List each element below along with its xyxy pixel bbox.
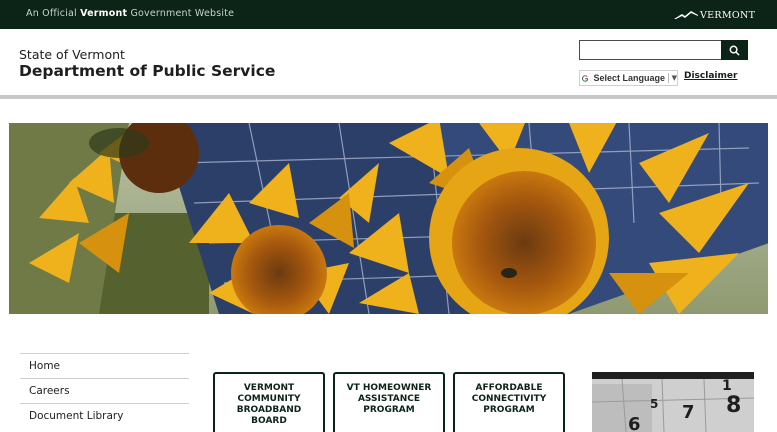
search-input[interactable] [579,40,722,60]
nav-item-careers[interactable]: Careers [20,378,189,403]
nav-item-document-library[interactable]: Document Library [20,403,189,428]
calendar-digit: 7 [682,402,695,423]
calendar-digit: 1 [722,378,732,394]
nav-item-home[interactable]: Home [20,353,189,378]
card-broadband-board[interactable]: Vermont Community Broadband Board [213,372,325,432]
language-select[interactable]: Select Language ▼ [579,70,678,86]
calendar-digit: 6 [628,414,641,432]
site-state-name[interactable]: State of Vermont [19,47,125,62]
site-header: State of Vermont Department of Public Se… [0,29,777,95]
vermont-logo[interactable]: VERMONT [674,8,755,22]
side-navigation: Home Careers Document Library [20,353,189,428]
search-button[interactable] [721,40,748,60]
language-select-divider [668,73,669,83]
disclaimer-link[interactable]: Disclaimer [684,71,737,81]
site-department-name[interactable]: Department of Public Service [19,62,275,80]
search-icon [729,45,740,56]
language-select-label: Select Language [593,73,666,83]
official-notice: An Official Vermont Government Website [26,8,234,19]
calendar-image: 1 8 7 6 5 [592,372,754,432]
card-homeowner-assistance[interactable]: VT Homeowner Assistance Program [333,372,445,432]
card-label: Affordable Connectivity Program [471,383,547,415]
official-state: Vermont [80,8,128,19]
dropdown-arrow-icon: ▼ [671,74,677,82]
hero-image [9,123,768,314]
mountain-logo-icon [674,11,698,19]
official-prefix: An Official [26,8,77,19]
official-suffix: Government Website [130,8,235,19]
google-g-icon [582,74,589,82]
card-affordable-connectivity[interactable]: Affordable Connectivity Program [453,372,565,432]
card-label: VT Homeowner Assistance Program [346,383,432,415]
official-site-bar: An Official Vermont Government Website V… [0,0,777,29]
vermont-wordmark: VERMONT [700,9,756,21]
calendar-digit: 5 [650,397,658,411]
solar-sunflower-photo [9,123,768,314]
calendar-photo: 1 8 7 6 5 [592,372,754,432]
card-label: Vermont Community Broadband Board [236,383,302,426]
calendar-digit: 8 [726,393,741,418]
header-divider [0,95,777,99]
